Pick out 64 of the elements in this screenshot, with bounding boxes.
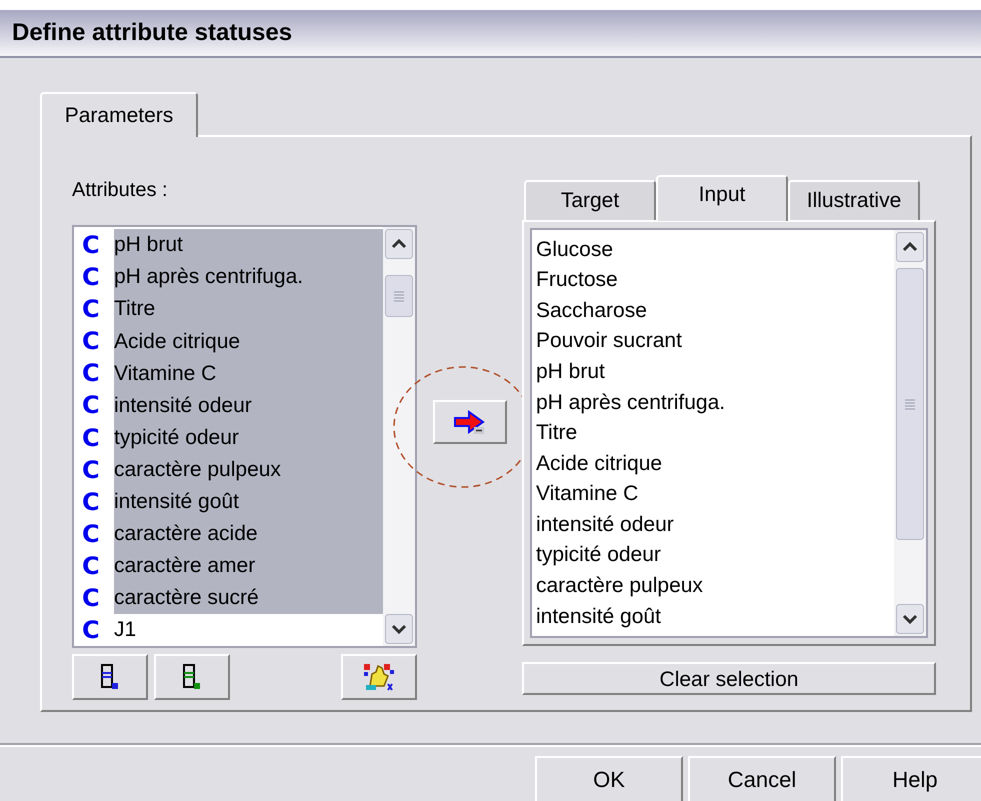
list-item[interactable]: Saccharose: [536, 295, 894, 326]
select-tool-button[interactable]: [341, 654, 417, 700]
list-item[interactable]: pH brut: [114, 229, 383, 262]
list-item[interactable]: Pouvoir sucrant: [536, 326, 894, 356]
list-item[interactable]: intensité odeur: [114, 389, 383, 422]
list-item[interactable]: typicité odeur: [114, 421, 383, 454]
dialog-button[interactable]: Help: [841, 756, 981, 801]
type-icon: C: [74, 361, 114, 386]
scroll-down-icon[interactable]: [385, 614, 413, 644]
scroll-thumb-icon[interactable]: [385, 275, 413, 317]
hand-icon: [362, 662, 396, 692]
list-item[interactable]: Fructose: [536, 264, 894, 296]
list-item[interactable]: caractère acide: [114, 518, 383, 550]
attributes-label: Attributes :: [72, 178, 169, 203]
scroll-thumb-icon[interactable]: [896, 268, 924, 540]
tab[interactable]: Illustrative: [788, 180, 920, 220]
list-item[interactable]: intensité goût: [536, 601, 894, 632]
dialog-button[interactable]: Cancel: [688, 756, 836, 801]
list-item[interactable]: caractère pulpeux: [114, 454, 383, 486]
type-icon: C: [74, 490, 114, 514]
type-icon: C: [74, 554, 114, 578]
column-icon: [181, 663, 203, 691]
move-right-button[interactable]: [432, 400, 506, 444]
list-item[interactable]: Titre: [536, 418, 894, 448]
scrollbar[interactable]: [894, 230, 926, 636]
list-item[interactable]: pH après centrifuga.: [114, 261, 383, 294]
list-item[interactable]: Vitamine C: [114, 357, 383, 390]
list-item[interactable]: caractère sucré: [114, 582, 383, 614]
list-item[interactable]: typicité odeur: [536, 540, 894, 571]
type-icon: C: [74, 265, 114, 290]
list-item[interactable]: pH brut: [536, 356, 894, 387]
list-item[interactable]: intensité goût: [114, 486, 383, 518]
dialog-button[interactable]: OK: [535, 756, 683, 801]
list-item[interactable]: Glucose: [536, 234, 894, 265]
type-icon: C: [74, 233, 114, 258]
tab[interactable]: Input: [656, 175, 788, 221]
list-item[interactable]: Titre: [114, 293, 383, 326]
list-item[interactable]: Vitamine C: [536, 478, 894, 510]
window-title: Define attribute statuses: [12, 18, 292, 48]
list-item[interactable]: Acide citrique: [536, 448, 894, 479]
continuous-column-button[interactable]: [72, 654, 148, 700]
arrow-right-icon: [452, 409, 488, 435]
discrete-column-button[interactable]: [154, 654, 230, 700]
list-item[interactable]: pH après centrifuga.: [536, 386, 894, 418]
scrollbar[interactable]: [383, 227, 415, 646]
type-icon: C: [74, 586, 114, 610]
column-icon: [99, 663, 121, 691]
type-icon: C: [74, 522, 114, 546]
type-icon: C: [74, 458, 114, 482]
list-item[interactable]: caractère amer: [114, 550, 383, 582]
type-icon: C: [74, 618, 114, 642]
type-icon: C: [74, 297, 114, 322]
scroll-down-icon[interactable]: [896, 604, 924, 634]
clear-selection-button[interactable]: Clear selection: [522, 662, 936, 695]
tab[interactable]: Parameters: [40, 92, 198, 137]
type-icon: C: [74, 329, 114, 354]
type-icon: C: [74, 393, 114, 418]
list-item[interactable]: caractère pulpeux: [536, 570, 894, 602]
type-icon: C: [74, 426, 114, 450]
list-item[interactable]: intensité odeur: [536, 509, 894, 540]
tab[interactable]: Target: [524, 180, 656, 220]
scroll-up-icon[interactable]: [896, 232, 924, 262]
list-item[interactable]: Acide citrique: [114, 325, 383, 358]
scroll-up-icon[interactable]: [385, 229, 413, 259]
